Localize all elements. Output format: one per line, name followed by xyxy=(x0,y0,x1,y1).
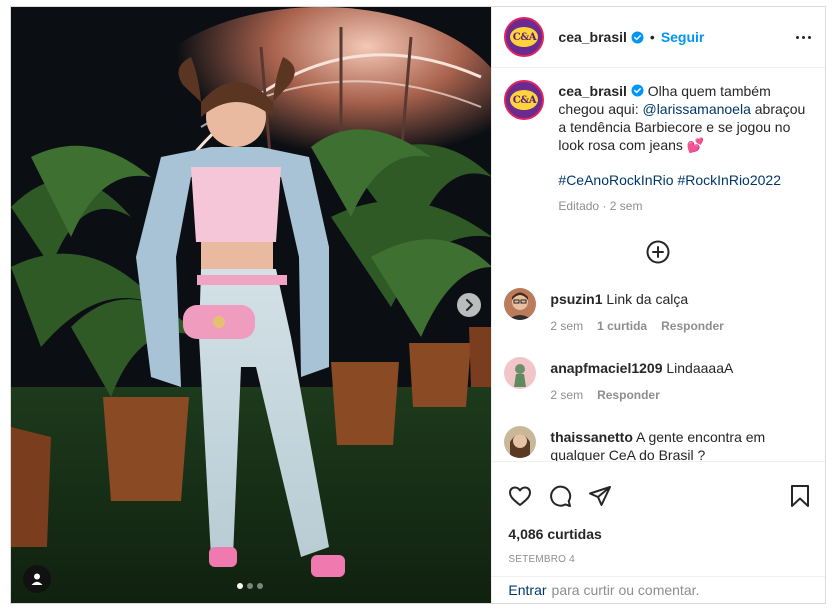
verified-icon xyxy=(631,84,644,97)
carousel-dot xyxy=(247,583,253,589)
login-prompt: Entrar para curtir ou comentar. xyxy=(492,576,825,603)
caption-avatar[interactable]: C&A xyxy=(504,80,545,120)
bookmark-icon xyxy=(791,485,809,507)
post-media[interactable] xyxy=(11,7,492,603)
commenter-avatar[interactable] xyxy=(504,357,537,389)
reply-button[interactable]: Responder xyxy=(661,317,724,335)
share-icon xyxy=(589,486,612,506)
commenter-avatar[interactable] xyxy=(504,426,537,458)
comment-item: anapfmaciel1209 LindaaaaA 2 sem Responde… xyxy=(504,357,811,404)
comment-username[interactable]: psuzin1 xyxy=(550,291,602,307)
comment-icon xyxy=(550,485,572,507)
brand-logo: C&A xyxy=(510,90,539,110)
comment-time: 2 sem xyxy=(550,319,584,333)
likes-count[interactable]: 4,086 curtidas xyxy=(508,526,811,542)
header-separator: • xyxy=(649,29,655,45)
carousel-indicator xyxy=(237,583,263,589)
tagged-users-button[interactable] xyxy=(23,565,51,593)
post-side-panel: C&A cea_brasil • Seguir C&A cea_brasil O… xyxy=(491,7,825,603)
header-username[interactable]: cea_brasil xyxy=(558,29,627,45)
comment-username[interactable]: anapfmaciel1209 xyxy=(550,360,662,376)
brand-logo: C&A xyxy=(510,27,539,47)
comment-meta: 2 sem 1 curtida Responder xyxy=(550,317,723,335)
comment-item: psuzin1 Link da calça 2 sem 1 curtida Re… xyxy=(504,288,811,335)
comment-text: LindaaaaA xyxy=(666,360,734,376)
comment-username[interactable]: thaissanetto xyxy=(550,429,632,445)
comment-item: thaissanetto A gente encontra em qualque… xyxy=(504,426,811,461)
login-link[interactable]: Entrar xyxy=(508,582,546,598)
caption-username[interactable]: cea_brasil xyxy=(558,83,627,99)
commenter-avatar[interactable] xyxy=(504,288,537,320)
caption-meta: Editado · 2 sem xyxy=(558,199,643,213)
heart-icon xyxy=(509,486,532,506)
follow-button[interactable]: Seguir xyxy=(661,29,705,45)
comment-text: Link da calça xyxy=(606,291,689,307)
post-photo xyxy=(11,7,492,603)
more-options-icon[interactable] xyxy=(796,35,811,39)
action-icons xyxy=(508,479,811,513)
reply-button[interactable]: Responder xyxy=(597,386,660,404)
save-button[interactable] xyxy=(789,484,811,508)
profile-avatar[interactable]: C&A xyxy=(504,17,545,57)
load-more-comments-button[interactable] xyxy=(504,240,811,264)
post-actions: 4,086 curtidas SETEMBRO 4 xyxy=(492,461,825,576)
comment-button[interactable] xyxy=(548,484,572,508)
carousel-dot-active xyxy=(237,583,243,589)
share-button[interactable] xyxy=(588,484,612,508)
post-date[interactable]: SETEMBRO 4 xyxy=(508,554,811,565)
login-prompt-text: para curtir ou comentar. xyxy=(551,582,700,598)
like-button[interactable] xyxy=(508,484,532,508)
next-slide-button[interactable] xyxy=(457,293,481,317)
chevron-right-icon xyxy=(466,299,473,311)
comment-meta: 2 sem Responder xyxy=(550,386,733,404)
caption-mention-link[interactable]: @larissamanoela xyxy=(642,101,750,117)
add-circle-icon xyxy=(646,240,670,264)
comments-area[interactable]: C&A cea_brasil Olha quem também chegou a… xyxy=(492,68,825,461)
verified-icon xyxy=(631,31,644,43)
post-container: C&A cea_brasil • Seguir C&A cea_brasil O… xyxy=(10,6,826,604)
comment-likes[interactable]: 1 curtida xyxy=(597,317,647,335)
caption-body: cea_brasil Olha quem também chegou aqui:… xyxy=(558,80,811,215)
post-caption: C&A cea_brasil Olha quem também chegou a… xyxy=(504,80,811,215)
hashtag-link[interactable]: #RockInRio2022 xyxy=(677,172,781,188)
caption-hashtags: #CeAnoRockInRio #RockInRio2022 xyxy=(558,171,811,189)
user-tag-icon xyxy=(31,573,43,585)
two-hearts-emoji: 💕 xyxy=(686,137,705,153)
hashtag-link[interactable]: #CeAnoRockInRio xyxy=(558,172,673,188)
carousel-dot xyxy=(257,583,263,589)
comment-time: 2 sem xyxy=(550,388,584,402)
post-header: C&A cea_brasil • Seguir xyxy=(492,7,825,68)
